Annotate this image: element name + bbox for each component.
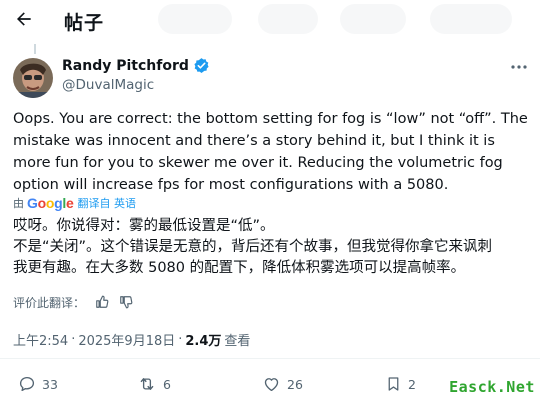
divider — [0, 358, 540, 359]
translated-text: 哎呀。你说得对：雾的最低设置是“低”。 不是“关闭”。这个错误是无意的，背后还有… — [13, 216, 533, 279]
tweet-date[interactable]: 2025年9月18日 — [78, 330, 175, 349]
bookmark-icon — [388, 377, 399, 391]
back-button[interactable] — [8, 3, 40, 35]
bookmark-count: 2 — [408, 376, 416, 392]
arrow-left-icon — [17, 12, 31, 26]
page-title: 帖子 — [64, 12, 105, 34]
rate-translation-row: 评价此翻译： — [13, 293, 133, 311]
thread-connector-line — [34, 44, 36, 54]
translated-line: 不是“关闭”。这个错误是无意的，背后还有个故事，但我觉得你拿它来讽刺 — [13, 239, 493, 255]
translated-line: 哎呀。你说得对：雾的最低设置是“低”。 — [13, 218, 275, 234]
more-options-button[interactable] — [508, 58, 530, 76]
tweet-time[interactable]: 上午2:54 — [13, 330, 68, 349]
translated-line: 我更有趣。在大多数 5080 的配置下，降低体积雾选项可以提高帧率。 — [13, 260, 466, 276]
tweet-text: Oops. You are correct: the bottom settin… — [13, 111, 528, 193]
reply-count: 33 — [42, 376, 58, 392]
avatar[interactable] — [13, 58, 53, 98]
top-bar: 帖子 — [0, 0, 540, 44]
google-logo: Google — [27, 195, 74, 211]
translated-from-link[interactable]: 翻译自 英语 — [77, 195, 136, 211]
watermark: Easck.Net — [448, 376, 536, 398]
author-display-name[interactable]: Randy Pitchford — [62, 58, 189, 74]
repost-count: 6 — [163, 376, 171, 392]
heart-icon — [264, 378, 279, 392]
bookmark-button[interactable]: 2 — [385, 375, 416, 393]
thumbs-down-button[interactable] — [119, 295, 133, 309]
ghost-tab — [158, 4, 232, 34]
author-name-row[interactable]: Randy Pitchford — [62, 57, 210, 74]
ghost-tab — [430, 4, 512, 34]
verified-badge-icon — [194, 58, 209, 73]
translated-by-label: 由 — [13, 197, 24, 210]
ghost-tab — [340, 4, 406, 34]
reply-button[interactable]: 33 — [18, 375, 58, 393]
translation-attribution: 由 Google 翻译自 英语 — [13, 195, 136, 211]
repost-icon — [140, 378, 154, 390]
author-handle[interactable]: @DuvalMagic — [62, 77, 154, 93]
thumbs-up-icon — [96, 295, 109, 308]
views-label: 查看 — [224, 334, 251, 349]
ghost-tab — [258, 4, 318, 34]
views-count: 2.4万 — [185, 334, 222, 349]
meta-separator: · — [71, 332, 76, 347]
thumbs-up-button[interactable] — [95, 295, 109, 309]
tweet-meta: 上午2:54 · 2025年9月18日 · 2.4万 查看 — [13, 330, 250, 349]
repost-button[interactable]: 6 — [137, 375, 171, 393]
more-dots-icon — [511, 65, 527, 69]
rate-translation-label: 评价此翻译： — [13, 295, 86, 310]
thumbs-down-icon — [120, 296, 133, 309]
like-button[interactable]: 26 — [262, 375, 303, 393]
like-count: 26 — [287, 376, 303, 392]
avatar-image — [13, 58, 53, 98]
meta-separator: · — [178, 332, 183, 347]
reply-icon — [19, 376, 35, 392]
